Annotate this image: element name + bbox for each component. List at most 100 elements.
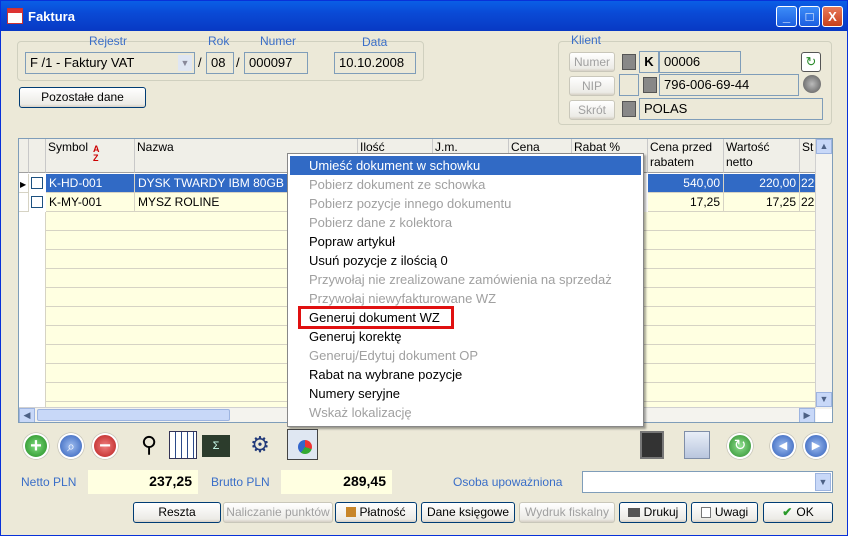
binoculars-icon[interactable]: ⚲ [135, 431, 163, 459]
horizontal-scroll-thumb[interactable] [37, 409, 230, 421]
pie-chart-icon [298, 440, 312, 454]
lock-icon [622, 101, 636, 117]
globe-icon[interactable] [803, 75, 821, 93]
netto-label: Netto PLN [21, 475, 77, 489]
menu-item-generuj-korekte[interactable]: Generuj korektę [290, 327, 641, 346]
menu-item-pobierz-ze-schowka[interactable]: Pobierz dokument ze schowka [290, 175, 641, 194]
osoba-label: Osoba upoważniona [453, 475, 563, 489]
note-icon [700, 507, 711, 518]
menu-item-usun-pozycje[interactable]: Usuń pozycje z ilością 0 [290, 251, 641, 270]
highlight-box [298, 306, 454, 329]
menu-item-rabat[interactable]: Rabat na wybrane pozycje [290, 365, 641, 384]
menu-item-numery-seryjne[interactable]: Numery seryjne [290, 384, 641, 403]
chart-window-icon[interactable] [287, 429, 318, 460]
rejestr-select[interactable]: F /1 - Faktury VAT ▼ [25, 52, 195, 74]
brutto-value: 289,45 [281, 470, 392, 494]
scroll-left-icon[interactable]: ◀ [19, 408, 35, 422]
menu-item-przywolaj-zamowienia[interactable]: Przywołaj nie zrealizowane zamówienia na… [290, 270, 641, 289]
calculator-icon[interactable]: Σ [202, 435, 230, 457]
klient-label: Klient [571, 33, 602, 47]
uwagi-button[interactable]: Uwagi [691, 502, 758, 523]
lock-icon [643, 77, 657, 93]
app-icon [7, 8, 23, 24]
klient-nip-button[interactable]: NIP [569, 76, 615, 96]
copy-documents-icon[interactable] [684, 431, 710, 459]
numer-field[interactable]: 000097 [244, 52, 308, 74]
netto-value: 237,25 [88, 470, 198, 494]
platnosc-button[interactable]: Płatność [335, 502, 417, 523]
column-header-symbol[interactable]: Symbol AZ [46, 139, 135, 173]
sort-az-icon[interactable]: AZ [93, 145, 100, 163]
osoba-select[interactable]: ▼ [582, 471, 833, 493]
cell-wartosc[interactable]: 17,25 [724, 193, 800, 212]
cell-symbol[interactable]: K-HD-001 [46, 174, 135, 193]
pozostale-dane-button[interactable]: Pozostałe dane [19, 87, 146, 108]
klient-nip-field[interactable]: 796-006-69-44 [659, 74, 799, 96]
cell-st[interactable]: 22 [800, 193, 816, 212]
menu-item-pobierz-pozycje[interactable]: Pobierz pozycje innego dokumentu [290, 194, 641, 213]
close-button[interactable]: X [822, 6, 843, 27]
dane-ksiegowe-button[interactable]: Dane księgowe [421, 502, 515, 523]
invoice-window: Faktura _ □ X Rejestr Rok Numer Data F /… [0, 0, 848, 536]
title-bar[interactable]: Faktura _ □ X [1, 1, 847, 31]
cell-cena-przed[interactable]: 17,25 [648, 193, 724, 212]
column-header-cena-przed[interactable]: Cena przed rabatem [648, 139, 724, 173]
save-icon[interactable] [640, 431, 664, 459]
maximize-button[interactable]: □ [799, 6, 820, 27]
wydruk-fiskalny-button[interactable]: Wydruk fiskalny [519, 502, 615, 523]
drukuj-button[interactable]: Drukuj [619, 502, 687, 523]
rok-label: Rok [208, 34, 230, 48]
separator: / [236, 55, 240, 70]
wallet-icon [346, 507, 357, 517]
edit-search-icon[interactable]: ⌕ [58, 433, 84, 459]
row-checkbox[interactable] [31, 196, 43, 208]
cell-st[interactable]: 22 [800, 174, 816, 193]
checkmark-icon: ✔ [782, 505, 793, 519]
row-checkbox[interactable] [31, 177, 43, 189]
grid-empty-area [19, 212, 46, 409]
rok-field[interactable]: 08 [206, 52, 234, 74]
menu-item-generuj-op[interactable]: Generuj/Edytuj dokument OP [290, 346, 641, 365]
delete-icon[interactable]: − [92, 433, 118, 459]
first-record-icon[interactable]: ◀ [770, 433, 796, 459]
klient-skrot-field[interactable]: POLAS [639, 98, 823, 120]
rejestr-label: Rejestr [89, 34, 128, 48]
window-title: Faktura [28, 9, 75, 24]
chevron-down-icon[interactable]: ▼ [178, 55, 192, 71]
menu-item-pobierz-z-kolektora[interactable]: Pobierz dane z kolektora [290, 213, 641, 232]
refresh-icon[interactable]: ↻ [801, 52, 821, 72]
data-field[interactable]: 10.10.2008 [334, 52, 416, 74]
menu-item-wskaz-lokalizacje[interactable]: Wskaż lokalizację [290, 403, 641, 422]
nip-prefix-field[interactable] [619, 74, 639, 96]
column-header-st[interactable]: St [800, 139, 816, 173]
minimize-button[interactable]: _ [776, 6, 797, 27]
numer-label: Numer [260, 34, 297, 48]
last-record-icon[interactable]: ▶ [803, 433, 829, 459]
table-icon[interactable] [169, 431, 197, 459]
scroll-down-icon[interactable]: ▼ [816, 392, 832, 407]
cell-symbol[interactable]: K-MY-001 [46, 193, 135, 212]
scroll-up-icon[interactable]: ▲ [816, 139, 832, 154]
lock-icon [622, 54, 636, 70]
chevron-down-icon[interactable]: ▼ [815, 473, 831, 491]
brutto-label: Brutto PLN [211, 475, 270, 489]
gears-icon[interactable]: ⚙ [246, 431, 274, 459]
refresh-icon[interactable]: ↻ [727, 433, 753, 459]
menu-item-popraw-artykul[interactable]: Popraw artykuł [290, 232, 641, 251]
context-menu: Umieść dokument w schowku Pobierz dokume… [287, 153, 644, 427]
klient-numer-field[interactable]: 00006 [659, 51, 741, 73]
cell-wartosc[interactable]: 220,00 [724, 174, 800, 193]
klient-numer-button[interactable]: Numer [569, 52, 615, 72]
naliczanie-punktow-button[interactable]: Naliczanie punktów [223, 502, 333, 523]
klient-skrot-button[interactable]: Skrót [569, 100, 615, 120]
data-label: Data [362, 35, 388, 49]
scroll-right-icon[interactable]: ▶ [799, 408, 815, 422]
menu-item-umiesc[interactable]: Umieść dokument w schowku [290, 156, 641, 175]
vertical-scrollbar[interactable]: ▲ ▼ [815, 139, 832, 409]
column-header-wartosc[interactable]: Wartość netto [724, 139, 800, 173]
reszta-button[interactable]: Reszta [133, 502, 221, 523]
add-icon[interactable]: + [23, 433, 49, 459]
cell-cena-przed[interactable]: 540,00 [648, 174, 724, 193]
grid-header-indicator [19, 139, 29, 173]
ok-button[interactable]: ✔ OK [763, 502, 833, 523]
